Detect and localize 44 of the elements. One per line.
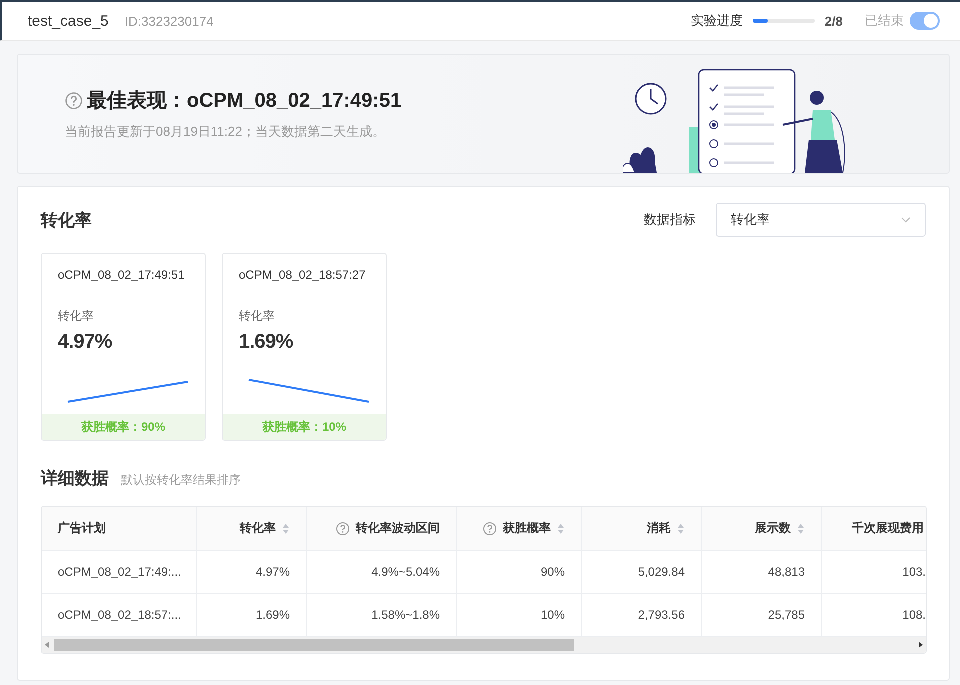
sort-icon[interactable] <box>677 522 685 534</box>
help-icon <box>65 92 83 110</box>
toggle-label: 已结束 <box>865 12 904 30</box>
column-header: 广告计划 <box>42 507 197 551</box>
variant-name: oCPM_08_02_17:49:51 <box>57 267 186 282</box>
win-probability: 获胜概率：90% <box>42 414 205 440</box>
metric-value: 4.97% <box>57 330 114 354</box>
table-cell: 4.9%~5.04% <box>307 551 457 594</box>
help-icon <box>336 522 350 536</box>
table-cell: 5,029.84 <box>582 551 702 594</box>
sort-icon[interactable] <box>557 522 565 534</box>
column-header[interactable]: 转化率 <box>197 507 307 551</box>
metric-value: 1.69% <box>238 330 294 354</box>
progress-label: 实验进度 <box>690 12 743 30</box>
metric-selector-label: 数据指标 <box>644 211 696 229</box>
experiment-id: ID:3323230174 <box>124 14 214 28</box>
best-performance-title: 最佳表现：oCPM_08_02_17:49:51 <box>87 89 402 114</box>
metric-label: 转化率 <box>57 308 95 325</box>
column-header[interactable]: 消耗 <box>582 507 702 551</box>
experiment-title: test_case_5 <box>28 12 109 30</box>
column-header[interactable]: 展示数 <box>702 507 822 551</box>
metric-dropdown[interactable]: 转化率 <box>716 203 926 237</box>
table-cell: 4.97% <box>197 551 307 594</box>
table-cell: 90% <box>457 551 582 594</box>
column-header[interactable]: 获胜概率 <box>457 507 582 551</box>
detail-title: 详细数据 <box>41 468 109 490</box>
section-title: 转化率 <box>41 210 93 232</box>
column-header: 转化率波动区间 <box>307 507 457 551</box>
table-cell: oCPM_08_02_17:49:... <box>42 551 197 594</box>
progress-count: 2/8 <box>824 14 843 28</box>
horizontal-scrollbar[interactable] <box>42 637 926 653</box>
sort-icon[interactable] <box>282 522 290 534</box>
column-header: 千次展现费用 <box>822 507 926 551</box>
metric-label: 转化率 <box>238 308 276 325</box>
report-update-note: 当前报告更新于08月19日11:22；当天数据第二天生成。 <box>65 123 386 141</box>
table-cell: 103. <box>822 551 926 594</box>
variant-name: oCPM_08_02_18:57:27 <box>238 267 367 282</box>
win-probability: 获胜概率：10% <box>223 414 386 440</box>
table-cell: 48,813 <box>702 551 822 594</box>
sort-note: 默认按转化率结果排序 <box>121 472 241 489</box>
help-icon <box>483 522 497 536</box>
sort-icon[interactable] <box>797 522 805 534</box>
ended-toggle[interactable] <box>910 12 940 30</box>
chevron-down-icon <box>901 217 911 223</box>
